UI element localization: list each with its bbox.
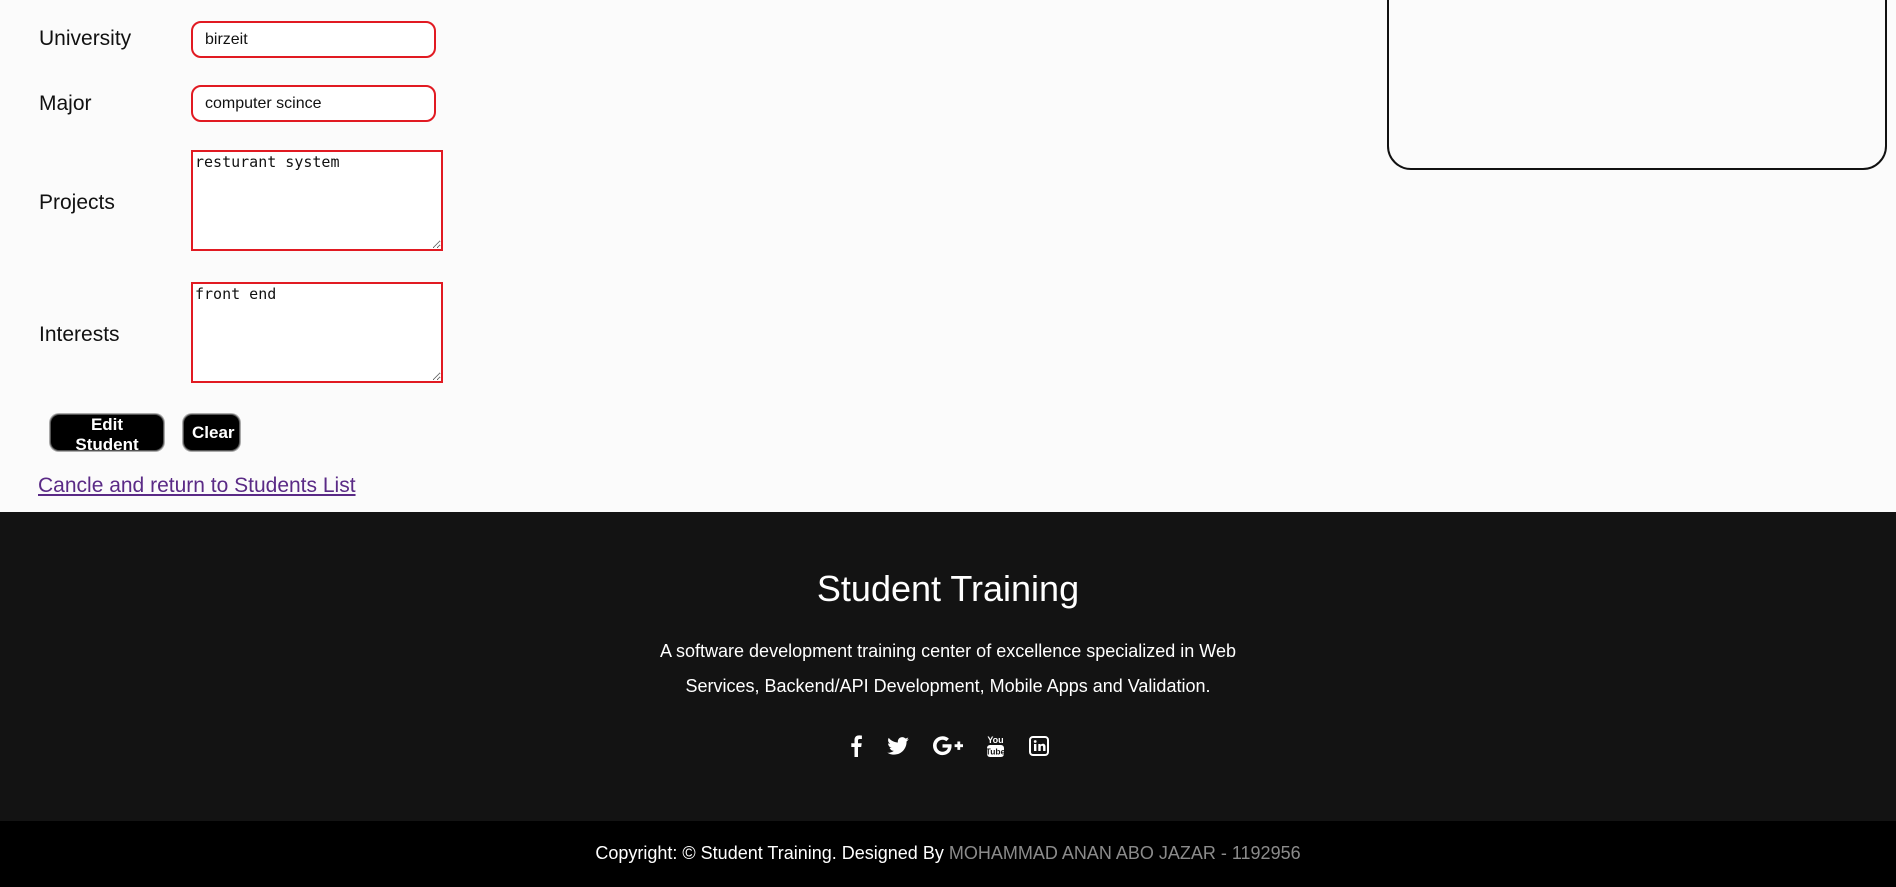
major-input[interactable] [191,85,436,122]
google-plus-icon[interactable] [932,733,964,759]
designer-name: MOHAMMAD ANAN ABO JAZAR - 1192956 [948,843,1301,863]
footer: Student Training A software development … [0,512,1896,821]
copyright-bar: Copyright: © Student Training. Designed … [0,821,1896,887]
interests-label: Interests [39,323,120,346]
copyright-text: Copyright: © Student Training. Designed … [595,843,949,863]
linkedin-icon[interactable] [1029,733,1049,759]
twitter-icon[interactable] [886,733,910,759]
interests-textarea[interactable]: front end [191,282,443,383]
youtube-icon[interactable]: You Tube [985,733,1005,759]
page: University Major Projects resturant syst… [0,0,1896,887]
projects-textarea[interactable]: resturant system [191,150,443,251]
university-input[interactable] [191,21,436,58]
svg-text:You: You [987,735,1003,745]
projects-label: Projects [39,191,115,214]
major-label: Major [39,92,92,115]
facebook-icon[interactable] [848,733,864,759]
preview-panel [1387,0,1887,170]
edit-student-form: University Major Projects resturant syst… [0,0,1896,512]
edit-student-button[interactable]: Edit Student [50,414,164,454]
svg-text:Tube: Tube [986,747,1005,757]
footer-title: Student Training [816,568,1080,609]
return-to-students-list-link[interactable]: Cancle and return to Students List [38,474,356,498]
clear-button[interactable]: Clear [183,414,240,451]
university-label: University [39,27,132,50]
footer-description: A software development training center o… [660,641,1236,696]
